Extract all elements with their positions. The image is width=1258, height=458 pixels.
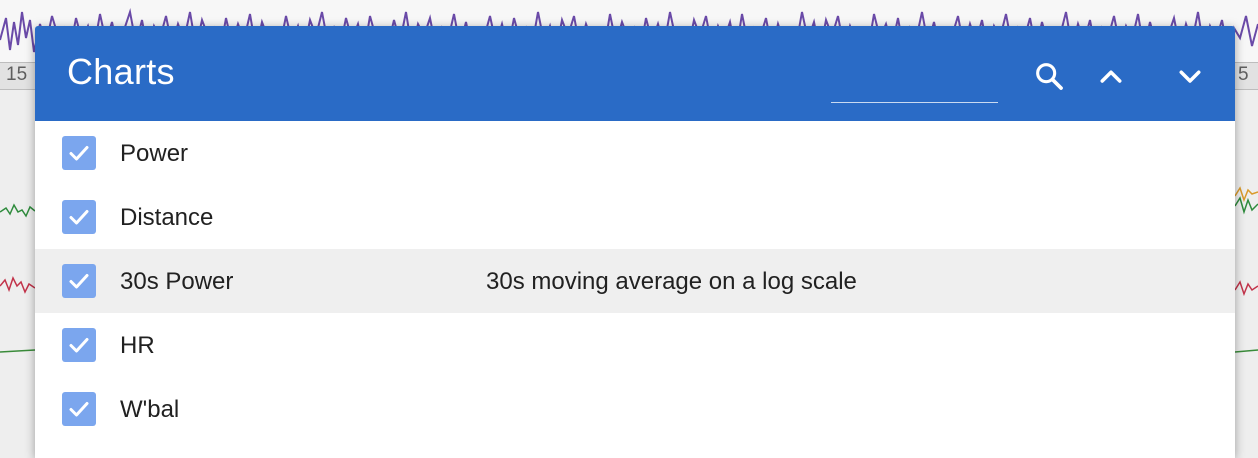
- wbal-trace-right-orange: [1234, 186, 1258, 203]
- chart-item-label: HR: [120, 332, 155, 359]
- check-icon: [69, 146, 89, 161]
- wbal-trace-left: [0, 349, 36, 353]
- charts-dialog: Charts Power Distance 30s Power 30s movi…: [35, 26, 1235, 458]
- check-icon: [69, 402, 89, 417]
- distance-trace-left: [0, 203, 36, 218]
- checkbox-wbal[interactable]: [62, 392, 96, 426]
- search-icon[interactable]: [1027, 54, 1071, 98]
- chevron-up-icon[interactable]: [1089, 54, 1133, 98]
- chevron-down-icon[interactable]: [1168, 54, 1212, 98]
- checkbox-distance[interactable]: [62, 200, 96, 234]
- chart-item-description: 30s moving average on a log scale: [486, 268, 857, 295]
- check-icon: [69, 210, 89, 225]
- checkbox-power[interactable]: [62, 136, 96, 170]
- wbal-trace-right: [1234, 349, 1258, 353]
- distance-trace-right: [1234, 196, 1258, 215]
- dialog-header: Charts: [35, 26, 1235, 121]
- chart-item-hr[interactable]: HR: [35, 313, 1235, 377]
- hr-trace-right: [1234, 280, 1258, 297]
- chart-item-label: 30s Power: [120, 268, 234, 295]
- chart-item-label: W'bal: [120, 396, 180, 423]
- chart-item-30s-power[interactable]: 30s Power 30s moving average on a log sc…: [35, 249, 1235, 313]
- check-icon: [69, 274, 89, 289]
- chart-item-label: Power: [120, 140, 189, 167]
- chart-item-label: Distance: [120, 204, 214, 231]
- chart-item-distance[interactable]: Distance: [35, 185, 1235, 249]
- checkbox-30s-power[interactable]: [62, 264, 96, 298]
- chart-list: Power Distance 30s Power 30s moving aver…: [35, 121, 1235, 441]
- search-input[interactable]: [831, 74, 998, 103]
- checkbox-hr[interactable]: [62, 328, 96, 362]
- chart-item-power[interactable]: Power: [35, 121, 1235, 185]
- dialog-title: Charts: [67, 51, 175, 92]
- hr-trace-left: [0, 276, 36, 294]
- check-icon: [69, 338, 89, 353]
- chart-item-wbal[interactable]: W'bal: [35, 377, 1235, 441]
